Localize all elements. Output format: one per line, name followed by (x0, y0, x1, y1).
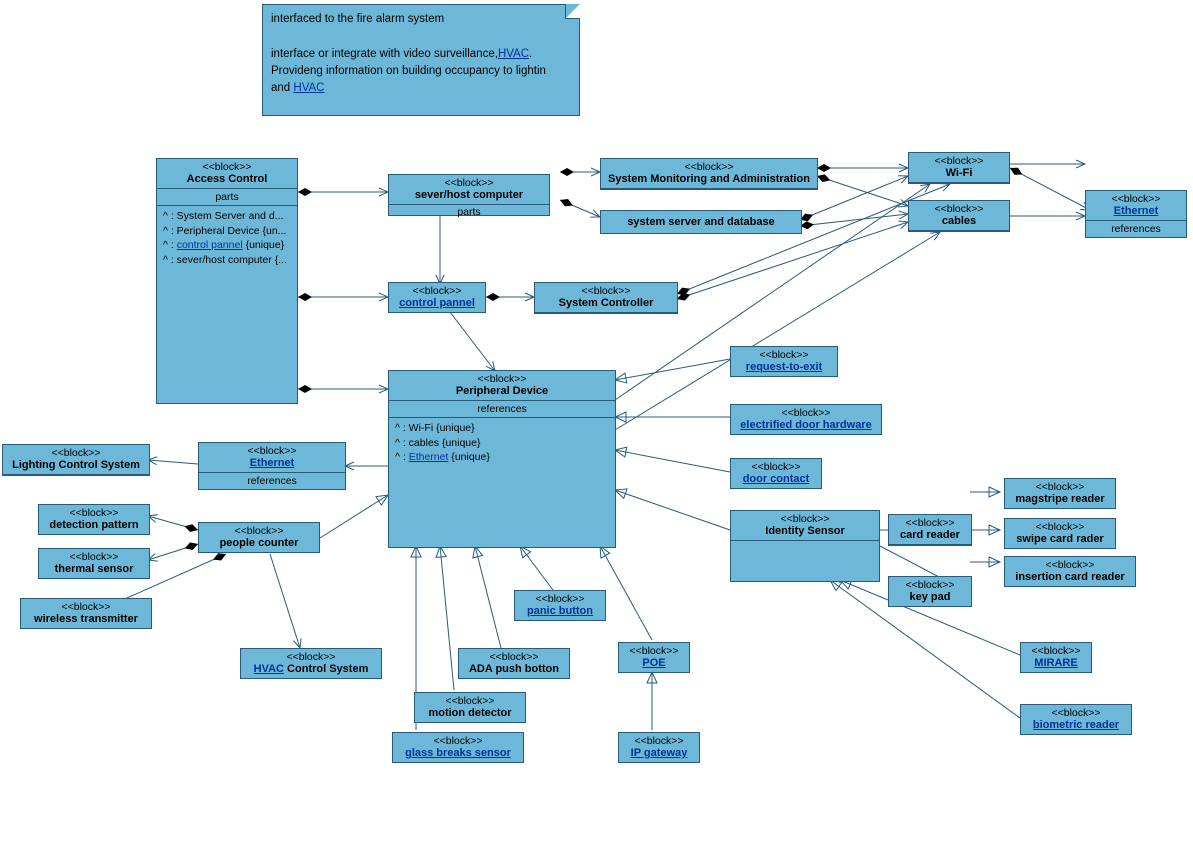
mirare-link[interactable]: MIRARE (1034, 657, 1077, 669)
block-wireless[interactable]: <<block>>wireless transmitter (20, 598, 152, 629)
block-glass-break[interactable]: <<block>>glass breaks sensor (392, 732, 524, 763)
block-ada-push[interactable]: <<block>>ADA push botton (458, 648, 570, 679)
block-ip-gateway[interactable]: <<block>>IP gateway (618, 732, 700, 763)
note-fold-icon (565, 4, 580, 19)
block-wifi[interactable]: <<block>>Wi-Fi (908, 152, 1010, 184)
block-ethernet-right[interactable]: <<block>>Ethernet references (1085, 190, 1187, 238)
note-line3: Provideng information on building occupa… (271, 63, 571, 80)
block-card-reader[interactable]: <<block>>card reader (888, 514, 972, 546)
block-sys-server-db[interactable]: system server and database (600, 210, 802, 234)
block-peripheral[interactable]: <<block>>Peripheral Device references ^ … (388, 370, 616, 548)
block-hvac-ctrl[interactable]: <<block>>HVAC Control System (240, 648, 382, 679)
block-elec-door-hw[interactable]: <<block>>electrified door hardware (730, 404, 882, 435)
elec-door-link[interactable]: electrified door hardware (740, 419, 871, 431)
hvac-link[interactable]: HVAC (254, 663, 284, 675)
block-people-counter[interactable]: <<block>>people counter (198, 522, 320, 553)
req-exit-link[interactable]: request-to-exit (746, 361, 822, 373)
panic-btn-link[interactable]: panic button (527, 605, 593, 617)
block-magstripe[interactable]: <<block>>magstripe reader (1004, 478, 1116, 509)
block-poe[interactable]: <<block>>POE (618, 642, 690, 673)
block-lighting-ctrl[interactable]: <<block>>Lighting Control System (2, 444, 150, 476)
block-insertion-reader[interactable]: <<block>>insertion card reader (1004, 556, 1136, 587)
block-identity-sensor[interactable]: <<block>>Identity Sensor (730, 510, 880, 582)
block-detection[interactable]: <<block>>detection pattern (38, 504, 150, 535)
block-door-contact[interactable]: <<block>>door contact (730, 458, 822, 489)
block-request-to-exit[interactable]: <<block>>request-to-exit (730, 346, 838, 377)
block-cables[interactable]: <<block>>cables (908, 200, 1010, 232)
block-biometric[interactable]: <<block>>biometric reader (1020, 704, 1132, 735)
note-line2: interface or integrate with video survei… (271, 46, 571, 63)
block-control-pannel[interactable]: <<block>>control pannel (388, 282, 486, 313)
control-pannel-link[interactable]: control pannel (399, 297, 475, 309)
poe-link[interactable]: POE (642, 657, 665, 669)
block-key-pad[interactable]: <<block>>key pad (888, 576, 972, 607)
block-ethernet-left[interactable]: <<block>>Ethernet references (198, 442, 346, 490)
block-sys-mon-admin[interactable]: <<block>>System Monitoring and Administr… (600, 158, 818, 190)
block-sys-controller[interactable]: <<block>>System Controller (534, 282, 678, 314)
ac-control-pannel-link[interactable]: control pannel (177, 239, 243, 251)
pd-ethernet-link[interactable]: Ethernet (409, 451, 449, 463)
block-motion[interactable]: <<block>>motion detector (414, 692, 526, 723)
note-line1: interfaced to the fire alarm system (271, 11, 571, 28)
ip-gw-link[interactable]: IP gateway (631, 747, 688, 759)
block-mirare[interactable]: <<block>>MIRARE (1020, 642, 1092, 673)
ethernet-r-link[interactable]: Ethernet (1114, 205, 1159, 217)
note-hvac-link[interactable]: HVAC (498, 48, 529, 60)
note-fire-alarm: interfaced to the fire alarm system inte… (262, 4, 580, 116)
block-swipe-card[interactable]: <<block>>swipe card rader (1004, 518, 1116, 549)
note-line4: and HVAC (271, 80, 571, 97)
block-panic-button[interactable]: <<block>>panic button (514, 590, 606, 621)
block-access-control[interactable]: <<block>> Access Control parts ^ : Syste… (156, 158, 298, 404)
door-contact-link[interactable]: door contact (743, 473, 810, 485)
block-sever-host[interactable]: <<block>>sever/host computer parts (388, 174, 550, 216)
glass-link[interactable]: glass breaks sensor (405, 747, 511, 759)
biometric-link[interactable]: biometric reader (1033, 719, 1119, 731)
ethernet-l-link[interactable]: Ethernet (250, 457, 295, 469)
block-thermal[interactable]: <<block>>thermal sensor (38, 548, 150, 579)
note-hvac2-link[interactable]: HVAC (293, 82, 324, 94)
